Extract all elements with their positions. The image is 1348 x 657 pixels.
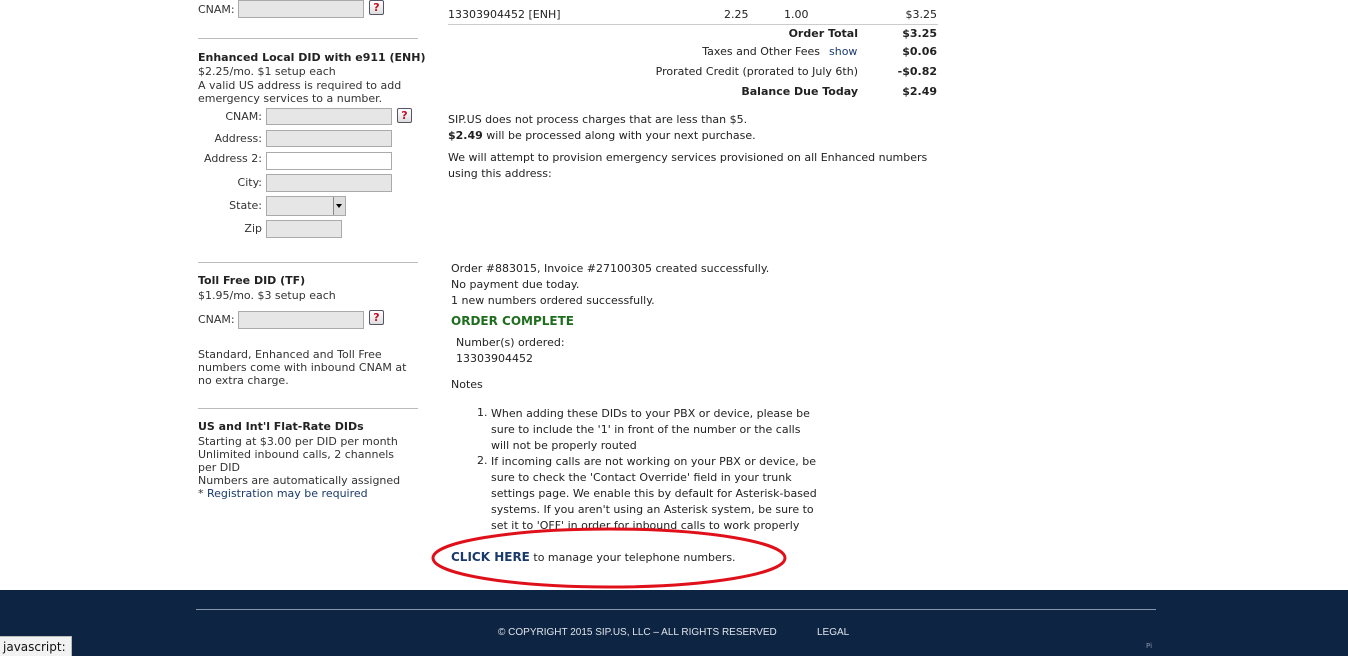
balance-value: $2.49	[902, 85, 937, 98]
item-total: $3.25	[905, 8, 938, 21]
registration-link[interactable]: Registration may be required	[207, 487, 368, 500]
notice-deferred: $2.49 will be processed along with your …	[448, 129, 756, 142]
tf-price: $1.95/mo. $3 setup each	[198, 289, 336, 302]
prorated-value: -$0.82	[897, 65, 937, 78]
tf-cnam-help-icon[interactable]: ?	[369, 310, 384, 325]
enh-cnam-input[interactable]	[266, 108, 392, 125]
ordered-number: 13303904452	[456, 352, 533, 365]
legal-link[interactable]: LEGAL	[817, 627, 849, 638]
order-complete-heading: ORDER COMPLETE	[451, 314, 574, 328]
enh-address-input[interactable]	[266, 130, 392, 147]
copyright-text: © COPYRIGHT 2015 SIP.US, LLC – ALL RIGHT…	[498, 627, 777, 638]
divider	[448, 24, 938, 25]
note2-number: 2.	[477, 454, 488, 467]
result-line2: No payment due today.	[451, 278, 580, 291]
taxes-label: Taxes and Other Fees	[702, 45, 820, 58]
enh-price: $2.25/mo. $1 setup each	[198, 65, 336, 78]
result-line3: 1 new numbers ordered successfully.	[451, 294, 655, 307]
notes-title: Notes	[451, 378, 483, 391]
order-total-label: Order Total	[788, 27, 858, 40]
taxes-show-link[interactable]: show	[829, 45, 857, 58]
flat-line1: Starting at $3.00 per DID per month	[198, 435, 398, 448]
enh-zip-input[interactable]	[266, 220, 342, 238]
enh-address2-input[interactable]	[266, 152, 392, 170]
order-total-value: $3.25	[902, 27, 937, 40]
footer-corner-text: Pi	[1146, 642, 1153, 650]
chevron-down-icon[interactable]	[333, 197, 345, 215]
tf-cnam-label: CNAM:	[198, 313, 235, 326]
footer-divider	[196, 609, 1156, 610]
top-cnam-label: CNAM:	[198, 3, 235, 16]
enh-state-label: State:	[229, 199, 262, 212]
browser-status-bar: javascript:	[0, 636, 72, 656]
prorated-label: Prorated Credit (prorated to July 6th)	[655, 65, 858, 78]
enh-state-select[interactable]	[266, 196, 346, 216]
enh-zip-label: Zip	[244, 222, 262, 235]
note1-text: When adding these DIDs to your PBX or de…	[491, 407, 810, 452]
footer: © COPYRIGHT 2015 SIP.US, LLC – ALL RIGHT…	[0, 590, 1348, 656]
deferred-amount: $2.49	[448, 129, 483, 142]
note2-text: If incoming calls are not working on you…	[491, 455, 817, 532]
enh-address2-label: Address 2:	[203, 152, 262, 165]
item-qty: 1.00	[784, 8, 809, 21]
enh-address-label: Address:	[214, 132, 262, 145]
flat-title: US and Int'l Flat-Rate DIDs	[198, 420, 364, 433]
note1-number: 1.	[477, 406, 488, 419]
flat-line2: Unlimited inbound calls, 2 channels per …	[198, 448, 395, 474]
deferred-text: will be processed along with your next p…	[482, 129, 756, 142]
enh-city-input[interactable]	[266, 174, 392, 192]
tf-title: Toll Free DID (TF)	[198, 274, 306, 287]
tf-cnam-note: Standard, Enhanced and Toll Free numbers…	[198, 348, 407, 387]
divider	[198, 38, 418, 39]
flat-line3: Numbers are automatically assigned	[198, 474, 401, 487]
enh-city-label: City:	[237, 176, 262, 189]
divider	[198, 408, 418, 409]
enh-cnam-help-icon[interactable]: ?	[397, 108, 412, 123]
numbers-ordered-label: Number(s) ordered:	[456, 336, 565, 349]
notice-min-charge: SIP.US does not process charges that are…	[448, 113, 748, 126]
enh-note: A valid US address is required to add em…	[198, 79, 402, 105]
e911-notice: We will attempt to provision emergency s…	[448, 151, 928, 180]
balance-label: Balance Due Today	[741, 85, 858, 98]
asterisk: *	[198, 487, 207, 500]
red-highlight-oval	[431, 527, 787, 589]
enh-cnam-label: CNAM:	[225, 110, 262, 123]
top-cnam-input[interactable]	[238, 0, 364, 18]
item-desc: 13303904452 [ENH]	[448, 8, 561, 21]
tf-cnam-input[interactable]	[238, 311, 364, 329]
divider	[198, 262, 418, 263]
top-cnam-help-icon[interactable]: ?	[369, 0, 384, 15]
item-price: 2.25	[724, 8, 749, 21]
enh-title: Enhanced Local DID with e911 (ENH)	[198, 51, 426, 64]
taxes-value: $0.06	[902, 45, 937, 58]
result-line1: Order #883015, Invoice #27100305 created…	[451, 262, 770, 275]
flat-registration: * Registration may be required	[198, 487, 368, 500]
